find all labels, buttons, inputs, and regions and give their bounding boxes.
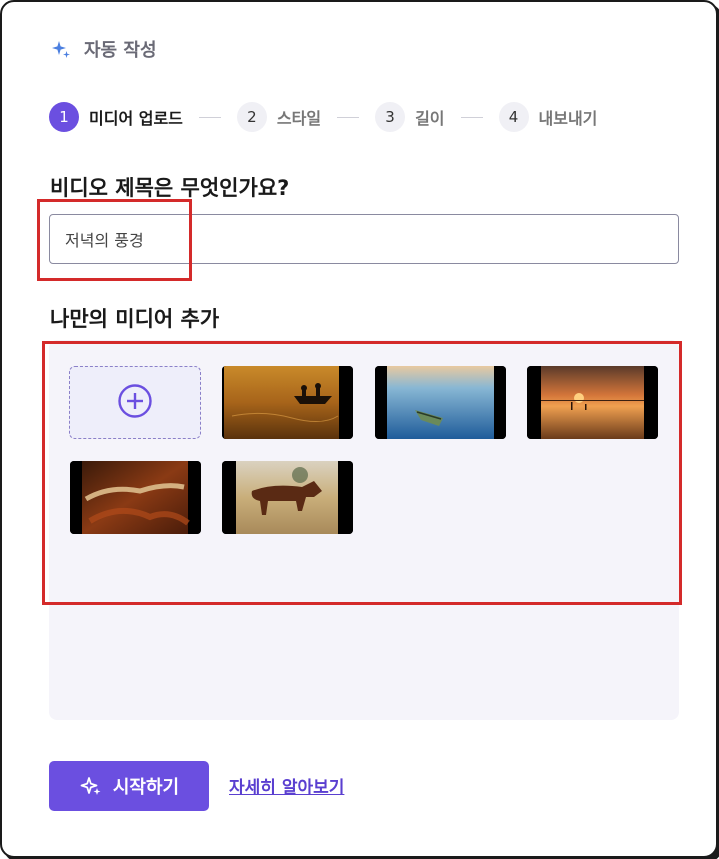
step-label: 스타일 <box>276 109 322 128</box>
media-heading: 나만의 미디어 추가 <box>50 307 220 331</box>
step-number: 1 <box>49 102 79 132</box>
video-title-question: 비디오 제목은 무엇인가요? <box>50 176 290 200</box>
highlight-box <box>42 341 682 605</box>
step-length[interactable]: 3 길이 <box>375 102 445 132</box>
sparkle-icon <box>50 38 72 60</box>
step-export[interactable]: 4 내보내기 <box>498 102 598 132</box>
step-label: 내보내기 <box>538 109 598 128</box>
start-button-label: 시작하기 <box>112 777 180 797</box>
dialog-header: 자동 작성 <box>50 36 157 62</box>
dialog-title: 자동 작성 <box>84 40 157 61</box>
sparkle-icon <box>79 774 103 798</box>
step-divider <box>337 116 360 118</box>
step-divider <box>460 116 483 118</box>
start-button[interactable]: 시작하기 <box>49 761 209 811</box>
step-number: 3 <box>375 102 406 132</box>
highlight-box <box>37 199 192 281</box>
learn-more-link[interactable]: 자세히 알아보기 <box>229 773 344 798</box>
step-number: 4 <box>498 102 529 132</box>
step-label: 길이 <box>415 109 445 128</box>
step-label: 미디어 업로드 <box>89 109 183 128</box>
step-indicator: 1 미디어 업로드 2 스타일 3 길이 4 내보내기 <box>49 102 597 132</box>
step-media-upload[interactable]: 1 미디어 업로드 <box>49 102 183 132</box>
step-divider <box>198 116 221 118</box>
step-style[interactable]: 2 스타일 <box>236 102 322 132</box>
step-number: 2 <box>236 102 267 132</box>
